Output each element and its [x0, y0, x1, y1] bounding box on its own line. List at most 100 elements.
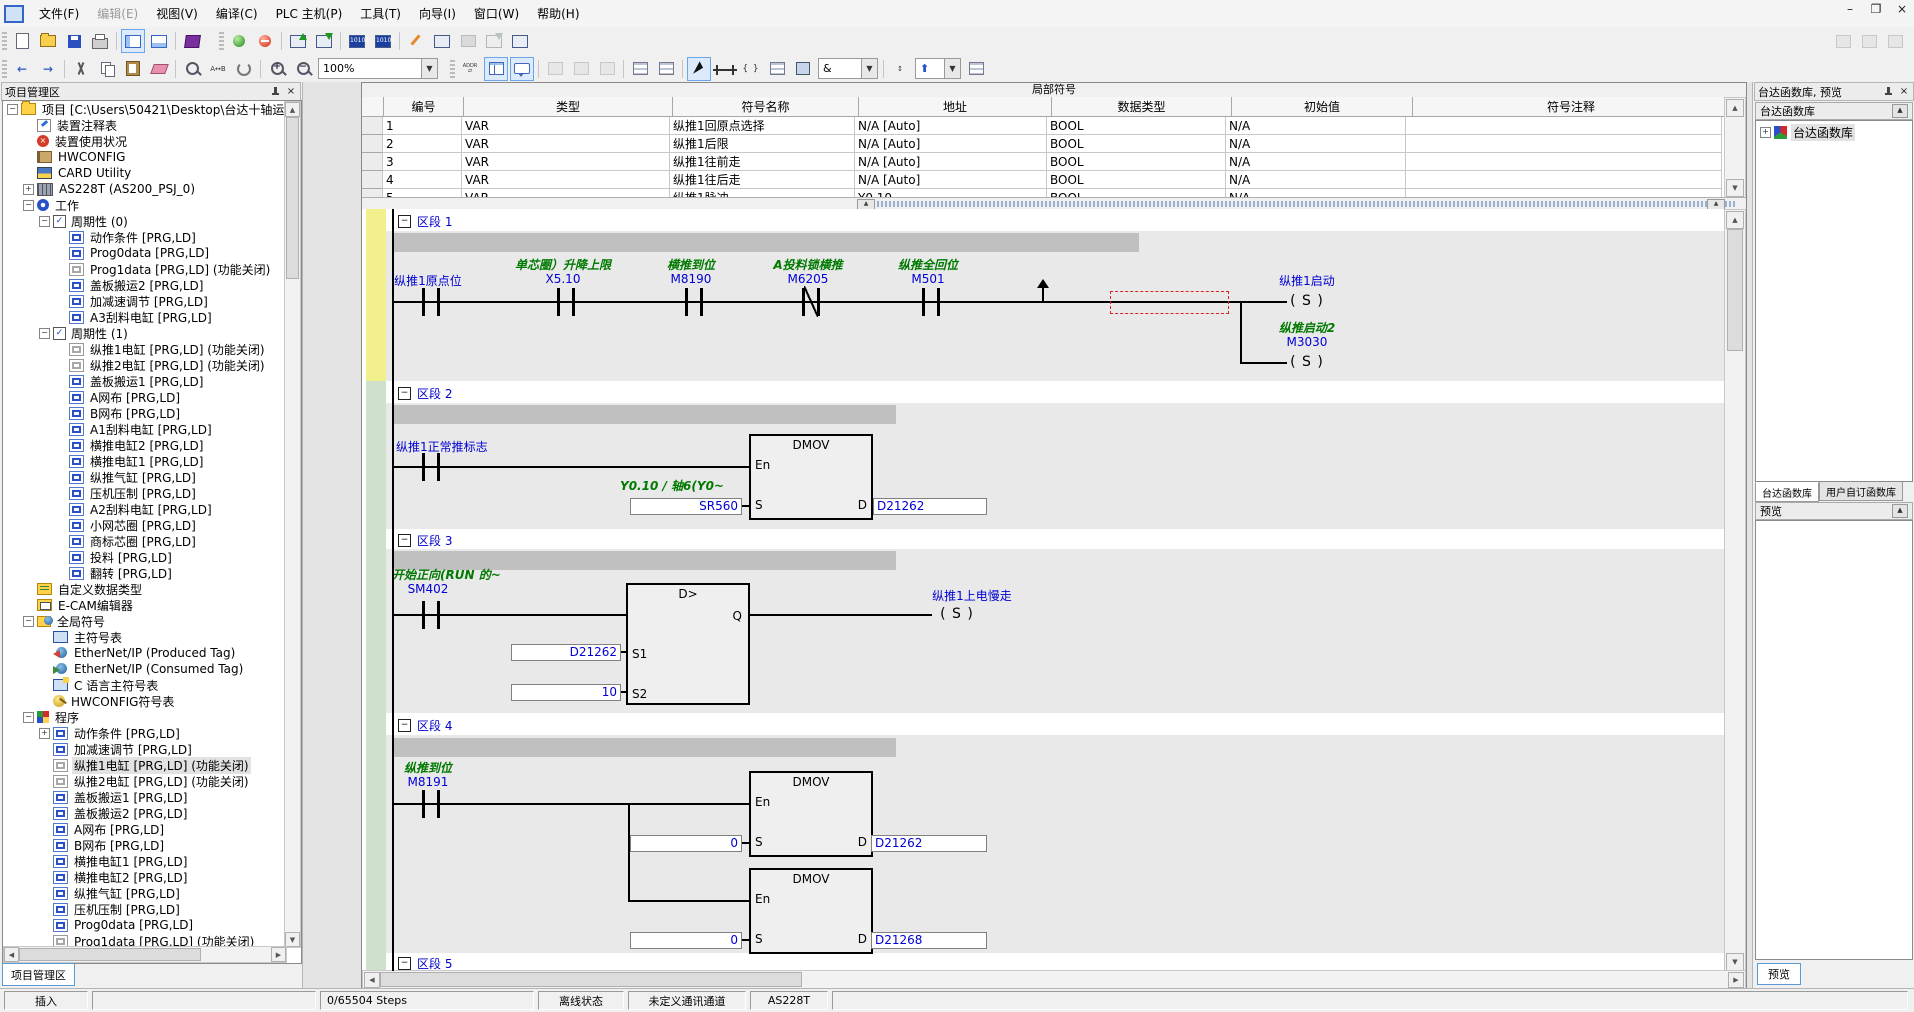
tree-item[interactable]: −自定义数据类型 [3, 581, 285, 597]
help-book-button[interactable] [180, 29, 204, 53]
table-cell[interactable]: BOOL [1047, 135, 1226, 153]
collapse-network-icon[interactable]: − [398, 387, 411, 400]
pin-icon[interactable] [270, 86, 281, 97]
maximize-button[interactable]: ❐ [1868, 2, 1884, 16]
table-cell[interactable]: 2 [383, 135, 462, 153]
table-cell[interactable]: N/A [1226, 117, 1406, 135]
tree-item[interactable]: −纵推2电缸 [PRG,LD] (功能关闭) [3, 357, 285, 373]
network-tool-button[interactable] [765, 57, 789, 81]
operand-box[interactable]: 0 [630, 835, 742, 852]
selection-cursor[interactable] [1110, 291, 1229, 314]
table-cell[interactable] [1406, 135, 1722, 153]
table-cell[interactable]: N/A [Auto] [855, 153, 1047, 171]
tree-item[interactable]: −工作 [3, 197, 285, 213]
table-cell[interactable]: 纵推1脉冲 [670, 189, 855, 197]
column-header[interactable]: 地址 [859, 97, 1052, 117]
insert-row-below-button[interactable] [654, 57, 678, 81]
expand-icon[interactable]: + [23, 184, 34, 195]
no-contact[interactable] [422, 790, 440, 818]
table-cell[interactable]: N/A [1226, 153, 1406, 171]
no-contact[interactable] [922, 288, 940, 316]
open-button[interactable] [36, 29, 60, 53]
table-cell[interactable]: BOOL [1047, 117, 1226, 135]
set-coil[interactable]: S [917, 606, 997, 622]
plc-info-button[interactable] [430, 29, 454, 53]
address-mode-button[interactable]: ADDR⇄ [458, 57, 482, 81]
redo-button[interactable]: → [36, 57, 60, 81]
device-move-button[interactable] [569, 57, 593, 81]
no-contact[interactable] [422, 453, 440, 481]
collapse-icon[interactable]: − [23, 712, 34, 723]
expand-icon[interactable]: + [39, 728, 50, 739]
rising-edge[interactable] [1042, 287, 1044, 302]
table-cell[interactable]: VAR [462, 171, 670, 189]
column-header[interactable]: 数据类型 [1052, 97, 1232, 117]
tree-item[interactable]: −动作条件 [PRG,LD] [3, 229, 285, 245]
tree-item[interactable]: −盖板搬运1 [PRG,LD] [3, 373, 285, 389]
tree-item[interactable]: −E-CAM编辑器 [3, 597, 285, 613]
ladder-grid-button[interactable] [964, 57, 988, 81]
download-button[interactable] [286, 29, 310, 53]
table-row[interactable]: 4VAR纵推1往后走N/A [Auto]BOOLN/A [362, 171, 1722, 189]
tree-item[interactable]: −B网布 [PRG,LD] [3, 405, 285, 421]
table-cell[interactable]: VAR [462, 153, 670, 171]
capture-button[interactable] [1831, 29, 1855, 53]
operand-box[interactable]: 0 [630, 932, 742, 949]
collapse-icon[interactable]: − [23, 200, 34, 211]
table-cell[interactable]: BOOL [1047, 171, 1226, 189]
preview-tab[interactable]: 预览 [1757, 963, 1801, 985]
menu-file[interactable]: 文件(F) [30, 2, 88, 25]
operand-box[interactable]: SR560 [630, 498, 742, 515]
table-cell[interactable]: VAR [462, 189, 670, 197]
column-header[interactable]: 编号 [384, 97, 464, 117]
menu-wizard[interactable]: 向导(I) [410, 2, 465, 25]
collapse-section-icon[interactable]: ▲ [1892, 504, 1908, 518]
ladder-vscrollbar[interactable]: ▲ ▼ [1724, 209, 1746, 973]
save-button[interactable] [62, 29, 86, 53]
network-comment-bar[interactable] [394, 405, 896, 424]
table-cell[interactable]: VAR [462, 135, 670, 153]
device-copy-button[interactable] [543, 57, 567, 81]
zoom-in-button[interactable]: + [265, 57, 289, 81]
collapse-network-icon[interactable]: − [398, 957, 411, 970]
operand-box[interactable]: D21262 [871, 835, 987, 852]
tree-item[interactable]: −纵推气缸 [PRG,LD] [3, 885, 285, 901]
operand-box[interactable]: 10 [511, 684, 621, 701]
stop-button[interactable] [253, 29, 277, 53]
table-vscrollbar[interactable]: ▲ ▼ [1724, 97, 1746, 199]
tree-item[interactable]: −横推电缸2 [PRG,LD] [3, 437, 285, 453]
tree-item[interactable]: −A网布 [PRG,LD] [3, 389, 285, 405]
compare-button[interactable] [1857, 29, 1881, 53]
table-cell[interactable]: 4 [383, 171, 462, 189]
logic-gate-select[interactable]: &▼ [818, 58, 878, 79]
print-button[interactable] [88, 29, 112, 53]
tree-item[interactable]: −盖板搬运2 [PRG,LD] [3, 805, 285, 821]
menu-view[interactable]: 视图(V) [147, 2, 207, 25]
no-contact[interactable] [557, 288, 575, 316]
table-cell[interactable]: N/A [1226, 189, 1406, 197]
tab-delta-library[interactable]: 台达函数库 [1755, 482, 1819, 502]
online-edit-button[interactable] [404, 29, 428, 53]
collapse-network-icon[interactable]: − [398, 534, 411, 547]
transfer-button[interactable] [482, 29, 506, 53]
comment-display-toggle[interactable] [510, 57, 534, 81]
no-contact[interactable] [422, 288, 440, 316]
tree-item[interactable]: −A2刮料电缸 [PRG,LD] [3, 501, 285, 517]
tree-item[interactable]: −投料 [PRG,LD] [3, 549, 285, 565]
tree-item[interactable]: −Prog1data [PRG,LD] (功能关闭) [3, 933, 285, 947]
network-1[interactable]: − 区段 1 纵推1原点位 单芯圈）升降上限 X5.10 横推到位 M8190 … [362, 209, 1725, 381]
table-row[interactable]: 2VAR纵推1后限N/A [Auto]BOOLN/A [362, 135, 1722, 153]
collapse-icon[interactable]: − [23, 616, 34, 627]
coil-tool-button[interactable]: { } [739, 57, 763, 81]
upload-button[interactable] [312, 29, 336, 53]
tree-item[interactable]: −HWCONFIG符号表 [3, 693, 285, 709]
comm-setting-button[interactable] [508, 29, 532, 53]
dmov-block[interactable]: DMOV En S D [749, 771, 873, 857]
table-cell[interactable]: 5 [383, 189, 462, 197]
tree-item[interactable]: −项目 [C:\Users\50421\Desktop\台达十轴运动控制程AS [3, 101, 285, 117]
no-contact[interactable] [422, 601, 440, 629]
operand-box[interactable]: D21262 [873, 498, 987, 515]
tree-item[interactable]: −EtherNet/IP (Consumed Tag) [3, 661, 285, 677]
tree-item[interactable]: −横推电缸1 [PRG,LD] [3, 853, 285, 869]
compare-block[interactable]: D> Q S1 S2 [626, 583, 750, 705]
